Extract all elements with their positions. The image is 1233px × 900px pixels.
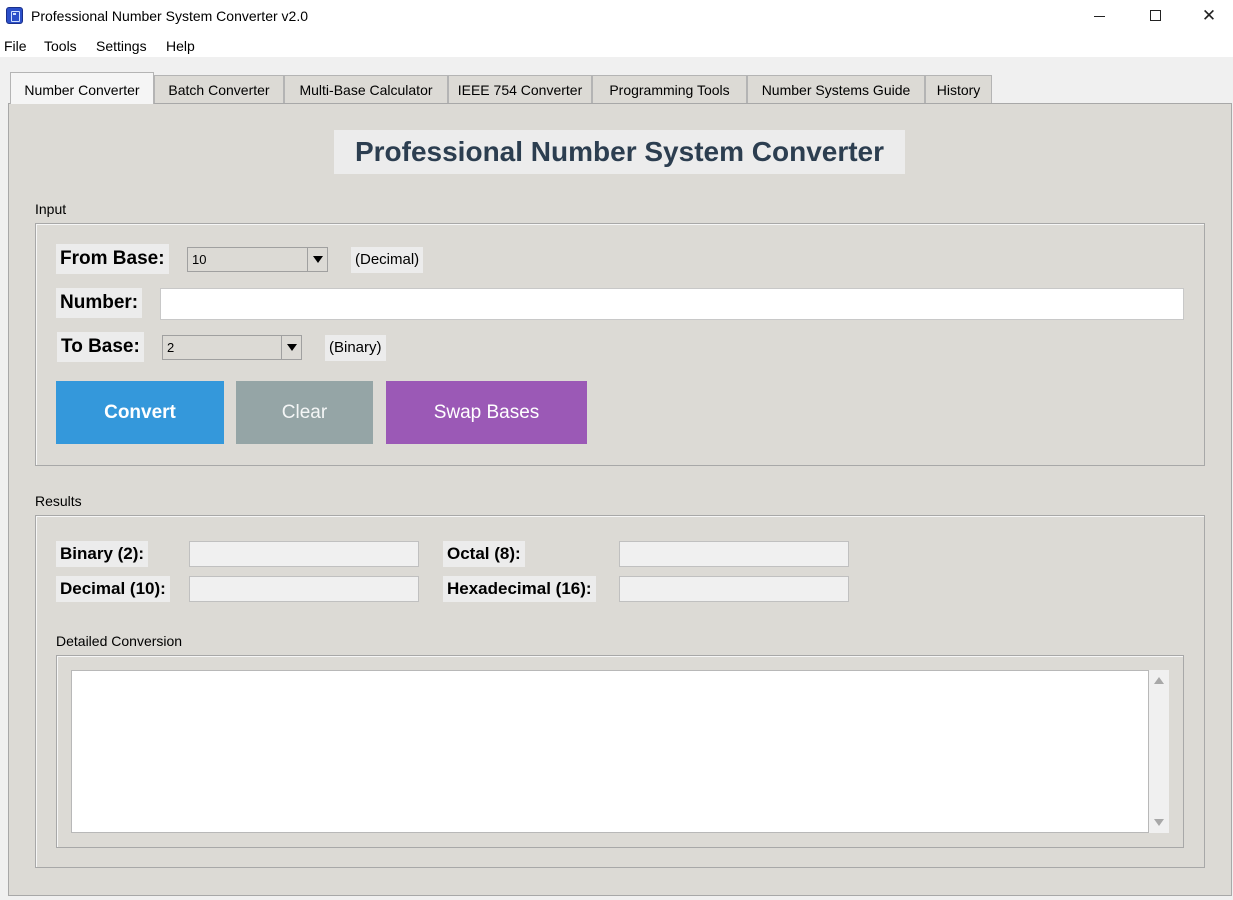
maximize-button[interactable] [1127,0,1185,33]
close-icon: ✕ [1201,6,1217,25]
from-base-value: 10 [192,252,207,267]
page-title: Professional Number System Converter [334,130,905,174]
input-group-label: Input [35,201,67,217]
close-button[interactable]: ✕ [1185,0,1233,33]
from-base-hint: (Decimal) [351,247,424,273]
minimize-button[interactable] [1070,0,1128,33]
tab-ieee-754-converter[interactable]: IEEE 754 Converter [448,75,592,103]
menu-help[interactable]: Help [166,38,195,54]
tab-number-converter[interactable]: Number Converter [10,72,154,104]
scroll-down-icon[interactable] [1154,819,1164,826]
detailed-conversion-label: Detailed Conversion [56,633,183,649]
number-label: Number: [56,288,143,318]
scroll-up-icon[interactable] [1154,677,1164,684]
octal-label: Octal (8): [443,541,525,567]
to-base-value: 2 [167,340,175,355]
swap-bases-button[interactable]: Swap Bases [386,381,587,444]
binary-label: Binary (2): [56,541,149,567]
decimal-label: Decimal (10): [56,576,170,602]
vertical-scrollbar[interactable] [1149,670,1169,833]
tab-programming-tools[interactable]: Programming Tools [592,75,747,103]
tab-batch-converter[interactable]: Batch Converter [154,75,284,103]
binary-result-field[interactable] [189,541,419,567]
chevron-down-icon[interactable] [281,336,301,359]
menu-settings[interactable]: Settings [96,38,147,54]
to-base-hint: (Binary) [325,335,386,361]
menu-tools[interactable]: Tools [44,38,77,54]
chevron-down-icon[interactable] [307,248,327,271]
hexadecimal-result-field[interactable] [619,576,849,602]
hexadecimal-label: Hexadecimal (16): [443,576,596,602]
menu-bar: File Tools Settings Help [0,33,1233,57]
octal-result-field[interactable] [619,541,849,567]
window-title: Professional Number System Converter v2.… [31,8,308,24]
menu-file[interactable]: File [4,38,27,54]
convert-button[interactable]: Convert [56,381,224,444]
from-base-select[interactable]: 10 [187,247,328,272]
from-base-label: From Base: [56,244,169,274]
minimize-icon [1094,16,1105,17]
detailed-conversion-text[interactable] [71,670,1149,833]
tab-multi-base-calculator[interactable]: Multi-Base Calculator [284,75,448,103]
maximize-icon [1150,10,1161,21]
tab-number-systems-guide[interactable]: Number Systems Guide [747,75,925,103]
number-input[interactable] [160,288,1184,320]
clear-button[interactable]: Clear [236,381,373,444]
decimal-result-field[interactable] [189,576,419,602]
to-base-label: To Base: [57,332,144,362]
title-bar: Professional Number System Converter v2.… [0,0,1233,33]
to-base-select[interactable]: 2 [162,335,302,360]
results-group-label: Results [35,493,82,509]
app-icon [6,7,23,24]
tab-history[interactable]: History [925,75,992,103]
